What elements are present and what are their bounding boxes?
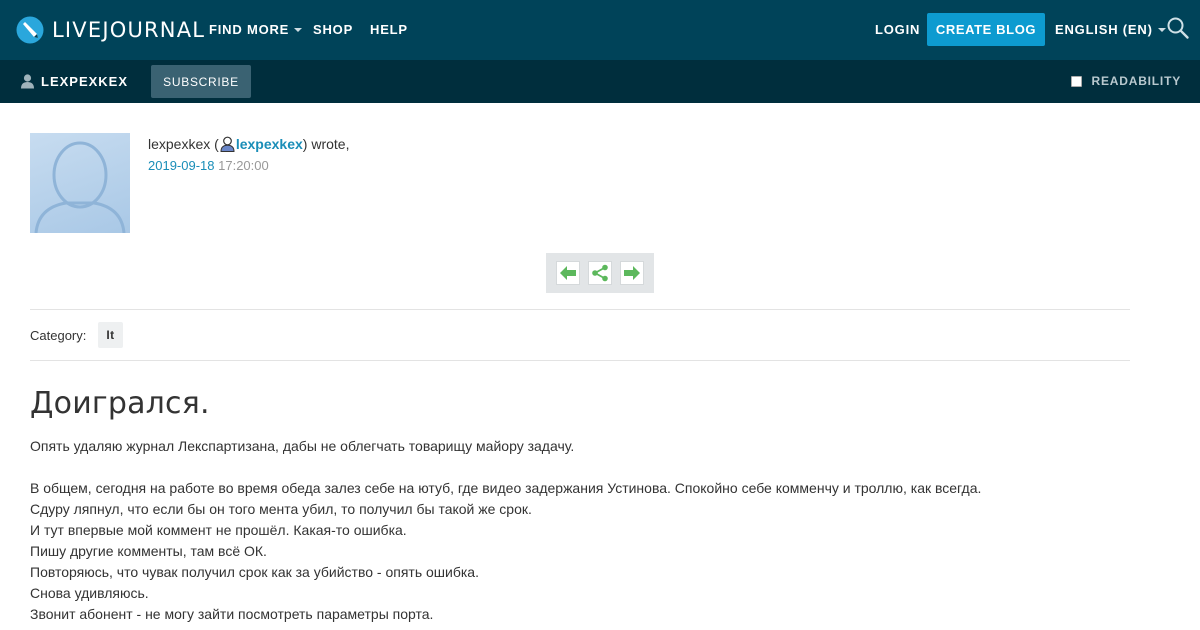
logo-text: LIVEJOURNAL — [52, 18, 206, 42]
divider — [30, 309, 1130, 310]
body-paragraph: Опять удаляю журнал Лекспартизана, дабы … — [30, 438, 575, 454]
entry-datetime: 2019-09-18 17:20:00 — [148, 158, 269, 173]
nav-find-more-label: FIND MORE — [209, 22, 290, 37]
body-paragraph: И тут впервые мой коммент не прошёл. Как… — [30, 522, 407, 538]
share-button[interactable] — [588, 261, 612, 285]
body-paragraph: Пишу другие комменты, там всё ОК. — [30, 543, 267, 559]
arrow-left-icon — [560, 266, 576, 280]
entry-actions — [546, 253, 654, 293]
livejournal-logo-icon — [16, 16, 44, 44]
previous-entry-button[interactable] — [556, 261, 580, 285]
body-paragraph — [30, 457, 1130, 478]
login-link[interactable]: LOGIN — [875, 22, 920, 37]
language-label: ENGLISH (EN) — [1055, 22, 1153, 37]
entry-author-line: lexpexkex (lexpexkex) wrote, — [148, 136, 350, 152]
share-icon — [592, 264, 608, 282]
journal-username-link[interactable]: LEXPEXKEX — [20, 73, 128, 89]
subscribe-button[interactable]: SUBSCRIBE — [151, 65, 251, 98]
chevron-down-icon — [1157, 27, 1166, 32]
readability-checkbox[interactable] — [1070, 75, 1082, 87]
login-label: LOGIN — [875, 22, 921, 37]
entry-title: Доигрался. — [30, 386, 210, 421]
nav-shop[interactable]: SHOP — [313, 22, 353, 37]
create-blog-label: CREATE BLOG — [935, 22, 1037, 37]
entry-time: 17:20:00 — [218, 158, 269, 173]
default-userpic-icon — [34, 141, 126, 233]
livejournal-logo[interactable]: LIVEJOURNAL — [16, 15, 205, 45]
nav-help-label: HELP — [370, 22, 408, 37]
body-paragraph: Сдуру ляпнул, что если бы он того мента … — [30, 501, 532, 517]
next-entry-button[interactable] — [620, 261, 644, 285]
nav-help[interactable]: HELP — [370, 22, 408, 37]
subscribe-label: SUBSCRIBE — [163, 74, 239, 89]
poster-user-link[interactable]: lexpexkex — [236, 136, 303, 152]
poster-name: lexpexkex — [148, 136, 211, 152]
language-selector[interactable]: ENGLISH (EN) — [1055, 22, 1166, 37]
nav-shop-label: SHOP — [313, 22, 354, 37]
user-icon[interactable] — [219, 136, 236, 152]
entry-body: Опять удаляю журнал Лекспартизана, дабы … — [30, 436, 1130, 625]
create-blog-button[interactable]: CREATE BLOG — [927, 13, 1045, 46]
journal-username: LEXPEXKEX — [41, 73, 129, 89]
category-tag[interactable]: It — [98, 322, 123, 348]
readability-label: READABILITY — [1091, 74, 1181, 88]
category-label: Category: — [30, 328, 87, 343]
body-paragraph: Повторяюсь, что чувак получил срок как з… — [30, 564, 479, 580]
body-paragraph: Звонит абонент - не могу зайти посмотрет… — [30, 606, 434, 622]
nav-find-more[interactable]: FIND MORE — [209, 22, 303, 37]
avatar[interactable] — [30, 133, 130, 233]
entry-date-link[interactable]: 2019-09-18 — [148, 158, 215, 173]
readability-toggle[interactable]: READABILITY — [1070, 74, 1181, 88]
arrow-right-icon — [624, 266, 640, 280]
wrote-text: wrote, — [311, 136, 350, 152]
top-header: LIVEJOURNAL FIND MORE SHOP HELP LOGIN CR… — [0, 0, 1200, 60]
body-paragraph: В общем, сегодня на работе во время обед… — [30, 480, 982, 496]
body-paragraph: Снова удивляюсь. — [30, 585, 149, 601]
user-icon — [21, 74, 34, 89]
chevron-down-icon — [294, 27, 303, 32]
divider — [30, 360, 1130, 361]
search-icon[interactable] — [1166, 16, 1190, 40]
